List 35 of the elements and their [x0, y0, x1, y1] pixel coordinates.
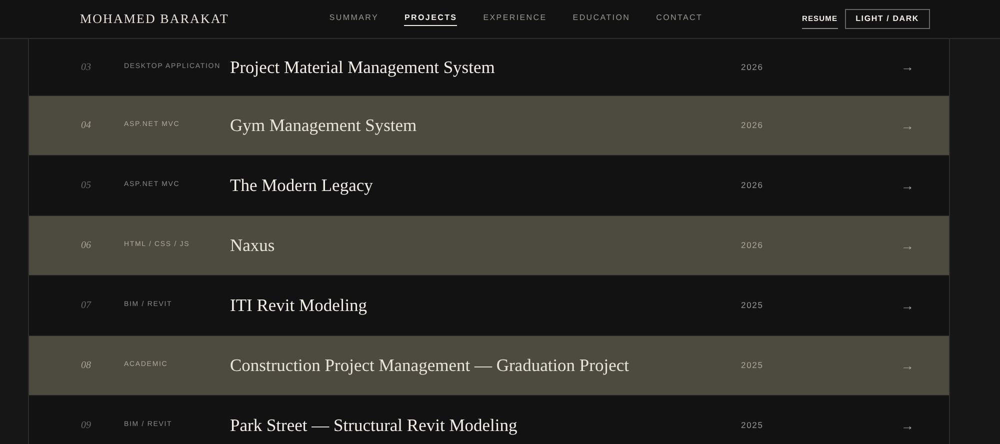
arrow-icon[interactable]: →	[901, 236, 914, 256]
nav-link[interactable]: EXPERIENCE	[483, 12, 547, 26]
project-year: 2026	[741, 239, 764, 252]
project-year: 2025	[741, 359, 764, 372]
project-title: Park Street — Structural Revit Modeling	[230, 414, 518, 438]
project-number: 03	[81, 60, 92, 74]
project-year: 2026	[741, 179, 764, 192]
arrow-icon[interactable]: →	[901, 176, 914, 196]
arrow-icon[interactable]: →	[901, 416, 914, 436]
project-title: Gym Management System	[230, 114, 418, 138]
project-title: ITI Revit Modeling	[230, 294, 368, 318]
project-year: 2026	[741, 60, 764, 74]
project-number: 06	[81, 239, 92, 253]
project-number: 07	[81, 299, 92, 313]
arrow-icon[interactable]: →	[901, 296, 914, 316]
project-year: 2025	[741, 419, 764, 432]
nav-link[interactable]: PROJECTS	[404, 12, 458, 26]
project-number: 08	[81, 359, 92, 373]
project-year: 2026	[741, 119, 764, 132]
arrow-icon[interactable]: →	[901, 116, 914, 136]
brand-name[interactable]: MOHAMED BARAKAT	[80, 9, 290, 29]
nav-link[interactable]: CONTACT	[656, 12, 703, 26]
arrow-icon[interactable]: →	[901, 57, 914, 77]
project-number: 09	[81, 419, 92, 433]
theme-toggle-button[interactable]: LIGHT / DARK	[844, 9, 930, 29]
project-title: The Modern Legacy	[230, 174, 374, 198]
project-number: 04	[81, 119, 92, 133]
nav-link[interactable]: SUMMARY	[329, 12, 378, 26]
nav-link[interactable]: EDUCATION	[572, 12, 630, 26]
project-title: Project Material Management System	[230, 56, 496, 79]
project-year: 2025	[741, 299, 764, 312]
project-number: 05	[81, 179, 92, 193]
project-title: Construction Project Management — Graduation Project	[230, 354, 630, 378]
project-title: Naxus	[230, 234, 276, 258]
arrow-icon[interactable]: →	[901, 356, 914, 376]
